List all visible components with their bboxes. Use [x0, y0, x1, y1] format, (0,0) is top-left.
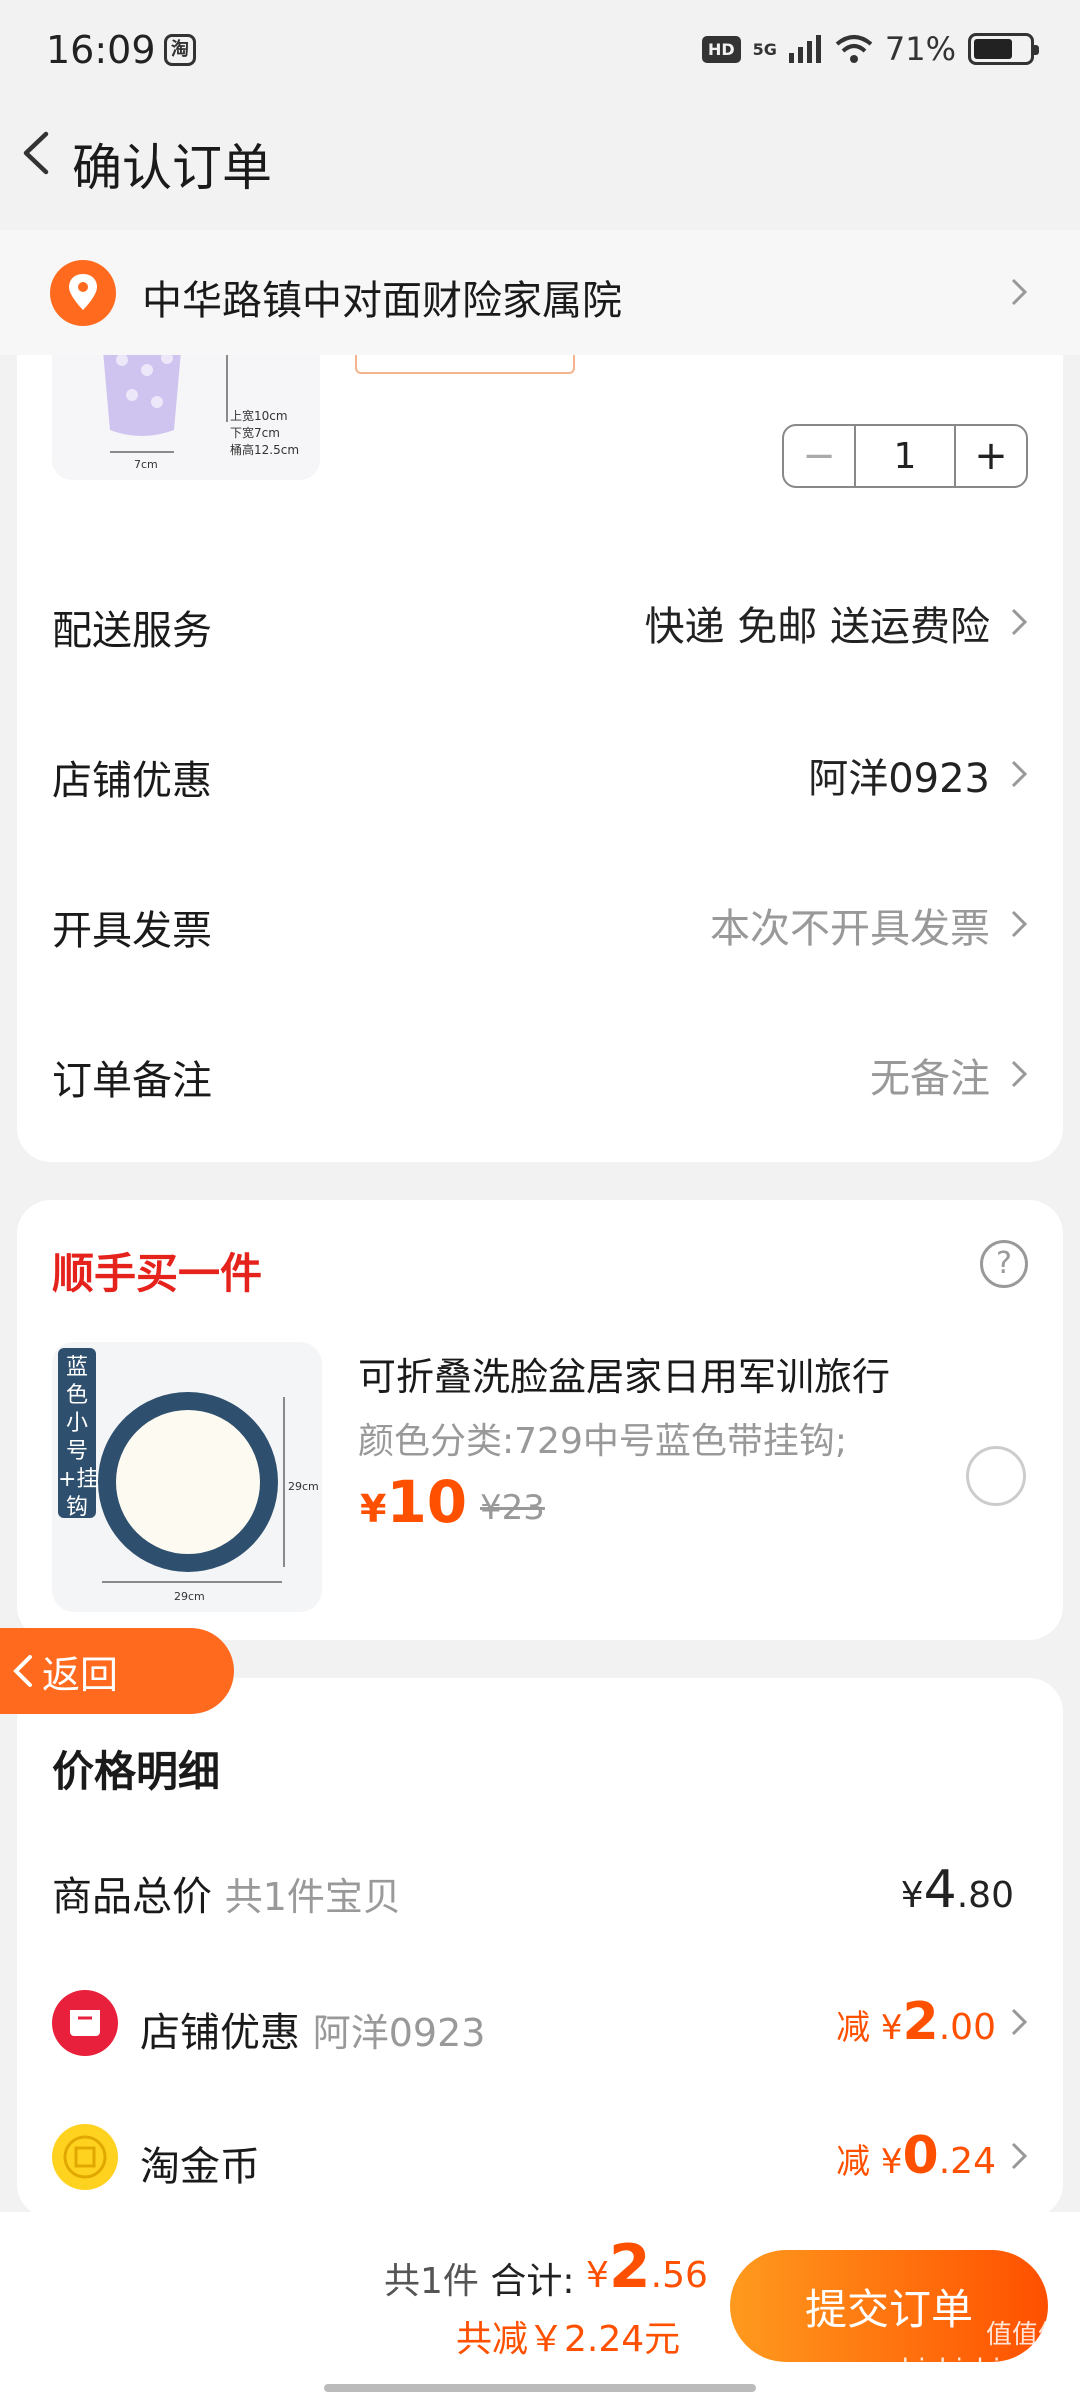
bucket-illustration: 7cm 上宽10cm 下宽7cm 桶高12.5cm [102, 340, 299, 471]
coins-dec: .24 [938, 2141, 996, 2182]
dim-bottom-width: 下宽7cm [230, 425, 280, 440]
total-price-label-text: 商品总价 [52, 1874, 212, 1920]
total-count: 共1件 合计: [384, 2252, 575, 2304]
addon-dim-height: 29cm [288, 1480, 319, 1493]
addon-product-title[interactable]: 可折叠洗脸盆居家日用军训旅行 [358, 1346, 890, 1401]
minus-prefix: 减 [836, 2008, 871, 2048]
decrease-button[interactable]: − [784, 426, 854, 486]
addon-original-price: ¥23 [480, 1488, 545, 1528]
coins-label: 淘金币 [140, 2144, 260, 2190]
shop-discount-detail-label: 店铺优惠 阿洋0923 [140, 2000, 485, 2058]
item-count: 共1件宝贝 [224, 1875, 401, 1919]
dim-top-width: 上宽10cm [230, 408, 288, 423]
coins-amount[interactable]: 减 ¥0.24 [836, 2126, 996, 2186]
shop-discount-label: 店铺优惠 [52, 758, 212, 804]
chevron-right-icon[interactable] [1008, 2140, 1030, 2172]
dim-bottom: 7cm [134, 458, 158, 471]
shop-icon [52, 1990, 118, 2056]
chevron-right-icon[interactable] [1008, 2006, 1030, 2038]
total-int: 2 [608, 2232, 651, 2302]
minus-prefix: 减 [836, 2142, 871, 2182]
addon-image-dimensions: 29cm 29cm [102, 1397, 319, 1603]
addon-price-value: 10 [386, 1468, 468, 1536]
wifi-icon [835, 35, 873, 63]
location-pin-icon [50, 260, 116, 326]
chevron-right-icon[interactable] [1008, 908, 1030, 940]
status-bar: 16:09 淘 HD 5G 71% [0, 0, 1080, 100]
dim-height: 桶高12.5cm [230, 442, 299, 457]
chevron-right-icon[interactable] [1008, 1058, 1030, 1090]
watermark: 值值值 zhizhizhi.com [888, 2320, 1064, 2384]
gesture-nav-handle[interactable] [324, 2384, 756, 2392]
addon-dim-width: 29cm [174, 1590, 205, 1603]
battery-percent: 71% [884, 30, 956, 68]
addon-title: 顺手买一件 [52, 1249, 263, 1298]
shop-discount-dec: .00 [938, 2007, 996, 2048]
currency-symbol: ¥ [586, 2255, 609, 2296]
currency-symbol: ¥ [900, 1875, 924, 1916]
product-image[interactable]: 7cm 上宽10cm 下宽7cm 桶高12.5cm [52, 340, 320, 480]
total-int: 4 [923, 1860, 957, 1920]
taobao-app-icon: 淘 [164, 34, 196, 66]
total-label: 合计: [490, 2261, 575, 2302]
addon-product-spec: 颜色分类:729中号蓝色带挂钩; [358, 1421, 847, 1462]
help-icon[interactable]: ? [980, 1240, 1028, 1288]
battery-icon [968, 33, 1039, 65]
total-amount: ¥2.56 [586, 2232, 708, 2302]
battery-level [974, 39, 1013, 59]
invoice-label: 开具发票 [52, 908, 212, 954]
shop-discount-amount[interactable]: 减 ¥2.00 [836, 1992, 996, 2052]
total-price-value: ¥4.80 [901, 1860, 1014, 1920]
saved-amount: 共减￥2.24元 [456, 2319, 681, 2360]
floating-back-button[interactable]: 返回 [0, 1628, 234, 1714]
order-note-label: 订单备注 [52, 1058, 212, 1104]
currency-symbol: ¥ [880, 2008, 903, 2048]
quantity-value[interactable]: 1 [854, 426, 956, 486]
shop-name: 阿洋0923 [312, 2011, 486, 2055]
shop-discount-detail-text: 店铺优惠 [140, 2010, 300, 2056]
hd-icon: HD [701, 35, 741, 63]
signal-5g-icon: 5G [752, 39, 777, 59]
page-title: 确认订单 [72, 139, 272, 197]
address-text[interactable]: 中华路镇中对面财险家属院 [142, 268, 622, 326]
currency-symbol: ¥ [360, 1487, 387, 1531]
status-time: 16:09 [46, 28, 156, 72]
chevron-right-icon[interactable] [1008, 276, 1030, 308]
back-chevron-icon[interactable] [14, 128, 64, 178]
shop-discount-value[interactable]: 阿洋0923 [808, 746, 990, 804]
addon-price: ¥10 [360, 1468, 467, 1536]
taobao-coin-icon [52, 2124, 118, 2190]
total-dec: .80 [956, 1875, 1014, 1916]
increase-button[interactable]: + [956, 426, 1026, 486]
total-price-label: 商品总价 共1件宝贝 [52, 1864, 401, 1922]
delivery-value[interactable]: 快递 免邮 送运费险 [645, 594, 990, 652]
currency-symbol: ¥ [880, 2142, 903, 2182]
back-arrow-icon [13, 1655, 32, 1687]
quantity-stepper[interactable]: − 1 + [782, 424, 1028, 488]
status-indicators: HD 5G 71% [701, 30, 1039, 68]
price-detail-title: 价格明细 [52, 1747, 221, 1796]
invoice-value[interactable]: 本次不开具发票 [710, 896, 990, 954]
total-dec: .56 [650, 2255, 708, 2296]
chevron-right-icon[interactable] [1008, 606, 1030, 638]
shop-discount-int: 2 [902, 1992, 939, 2052]
item-count-text: 共1件 [384, 2261, 479, 2302]
coins-int: 0 [902, 2126, 939, 2186]
chevron-right-icon[interactable] [1008, 758, 1030, 790]
order-note-value[interactable]: 无备注 [870, 1046, 990, 1104]
addon-select-radio[interactable] [966, 1446, 1026, 1506]
floating-back-label: 返回 [42, 1652, 119, 1697]
delivery-label: 配送服务 [52, 608, 212, 654]
signal-bars-icon [788, 35, 821, 63]
